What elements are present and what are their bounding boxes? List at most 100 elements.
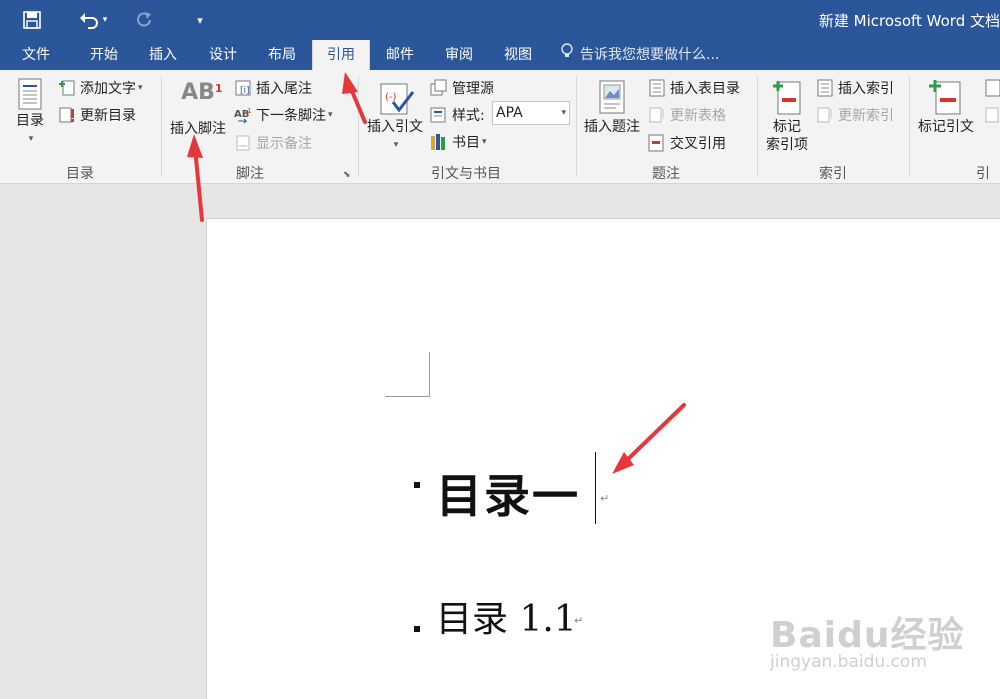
group-separator [161, 76, 162, 176]
mark-citation-icon [913, 78, 979, 118]
update-toc-label: 更新目录 [80, 108, 136, 124]
tab-mailings[interactable]: 邮件 [372, 40, 428, 70]
tell-me-box[interactable]: 告诉我您想要做什么... [560, 40, 719, 70]
show-notes-button[interactable]: 显示备注 [234, 131, 312, 155]
chevron-down-icon: ▾ [393, 140, 399, 150]
citation-style-select[interactable]: APA ▾ [492, 101, 570, 125]
dialog-launcher-icon[interactable]: ⬊ [343, 170, 351, 180]
update-table-button[interactable]: 更新表格 [648, 103, 726, 127]
window-title: 新建 Microsoft Word 文档 [818, 12, 1000, 30]
tab-home[interactable]: 开始 [76, 40, 132, 70]
cross-reference-icon [648, 134, 666, 152]
show-notes-label: 显示备注 [256, 136, 312, 152]
table-of-authorities-icon [984, 79, 1000, 97]
cross-reference-label: 交叉引用 [670, 136, 726, 152]
insert-caption-icon [580, 80, 644, 118]
add-text-icon [58, 79, 76, 97]
group-separator [909, 76, 910, 176]
heading-1-text[interactable]: 目录一 [436, 460, 580, 526]
citation-style-value: APA [496, 105, 523, 121]
next-footnote-label: 下一条脚注 [256, 108, 326, 124]
insert-caption-label: 插入题注 [584, 119, 640, 135]
bibliography-button[interactable]: 书目 ▾ [430, 130, 487, 154]
mark-entry-icon [760, 78, 814, 118]
insert-caption-button[interactable]: 插入题注 [580, 80, 644, 136]
svg-text:(-): (-) [385, 92, 397, 103]
bibliography-icon [430, 133, 448, 151]
paragraph-mark: ↵ [600, 492, 610, 505]
undo-icon[interactable]: ▾ [70, 0, 116, 40]
margin-corner-mark [429, 352, 430, 396]
update-toa-button[interactable] [984, 103, 1000, 127]
insert-toa-button[interactable] [984, 76, 1000, 100]
tab-review[interactable]: 审阅 [431, 40, 487, 70]
update-toc-button[interactable]: 更新目录 [58, 103, 136, 127]
group-label-footnotes: 脚注 [236, 166, 264, 182]
svg-text:1: 1 [247, 107, 251, 115]
next-footnote-icon: AB 1 [234, 106, 252, 124]
next-footnote-button[interactable]: AB 1 下一条脚注 ▾ [234, 103, 333, 127]
endnote-icon: [i] [234, 79, 252, 97]
style-label: 样式: [430, 103, 485, 127]
insert-footnote-label: 插入脚注 [170, 121, 226, 137]
style-icon [430, 106, 448, 124]
insert-footnote-button[interactable]: AB 1 插入脚注 [166, 80, 230, 138]
toc-dropdown-icon: ▾ [28, 134, 34, 144]
tab-insert[interactable]: 插入 [135, 40, 191, 70]
mark-citation-button[interactable]: 标记引文 [913, 78, 979, 136]
customize-qat-icon[interactable]: ▾ [190, 0, 210, 40]
chevron-down-icon: ▾ [561, 108, 566, 118]
footnote-ab-icon: AB 1 [181, 80, 223, 105]
watermark: Baidu经验 jingyan.baidu.com [760, 592, 1000, 699]
update-table-icon [984, 106, 1000, 124]
menu-tab-bar: 文件 开始 插入 设计 布局 引用 邮件 审阅 视图 告诉我您想要做什么... [0, 40, 1000, 70]
svg-text:[i]: [i] [240, 86, 250, 96]
group-label-citations: 引文与书目 [431, 166, 501, 182]
insert-table-of-figures-label: 插入表目录 [670, 81, 740, 97]
group-label-toc: 目录 [66, 166, 94, 182]
mark-citation-label: 标记引文 [918, 119, 974, 135]
mark-entry-label-line1: 标记 [773, 119, 801, 135]
chevron-down-icon: ▾ [328, 110, 333, 120]
tab-view[interactable]: 视图 [490, 40, 546, 70]
heading-2-text[interactable]: 目录 1.1 [436, 590, 577, 642]
cross-reference-button[interactable]: 交叉引用 [648, 131, 726, 155]
update-table-icon [58, 106, 76, 124]
watermark-url: jingyan.baidu.com [770, 652, 927, 672]
tab-layout[interactable]: 布局 [254, 40, 310, 70]
insert-index-button[interactable]: 插入索引 [816, 76, 894, 100]
group-separator [576, 76, 577, 176]
insert-index-icon [816, 79, 834, 97]
manage-sources-button[interactable]: 管理源 [430, 76, 494, 100]
tell-me-placeholder: 告诉我您想要做什么... [580, 47, 720, 63]
mark-entry-label-line2: 索引项 [766, 137, 808, 153]
manage-sources-label: 管理源 [452, 81, 494, 97]
bibliography-label: 书目 [452, 135, 480, 151]
add-text-button[interactable]: 添加文字 ▾ [58, 76, 143, 100]
style-label-text: 样式: [452, 108, 485, 124]
group-separator [757, 76, 758, 176]
title-bar: ▾ ▾ 新建 Microsoft Word 文档 [0, 0, 1000, 40]
group-label-captions: 题注 [652, 166, 680, 182]
toc-button[interactable]: 目录 ▾ [10, 78, 50, 148]
tab-file[interactable]: 文件 [8, 40, 64, 70]
group-label-toa: 引 [976, 166, 990, 182]
insert-table-of-figures-button[interactable]: 插入表目录 [648, 76, 740, 100]
insert-endnote-label: 插入尾注 [256, 81, 312, 97]
tab-design[interactable]: 设计 [195, 40, 251, 70]
insert-citation-icon: (-) [363, 80, 427, 118]
update-index-label: 更新索引 [838, 108, 894, 124]
update-table-label: 更新表格 [670, 108, 726, 124]
update-index-button[interactable]: 更新索引 [816, 103, 894, 127]
mark-entry-button[interactable]: 标记 索引项 [760, 78, 814, 154]
insert-citation-button[interactable]: (-) 插入引文 ▾ [363, 80, 427, 154]
table-of-contents-icon [10, 78, 50, 112]
save-icon[interactable] [14, 0, 50, 40]
redo-icon[interactable] [130, 0, 158, 40]
insert-endnote-button[interactable]: [i] 插入尾注 [234, 76, 312, 100]
add-text-label: 添加文字 [80, 81, 136, 97]
paragraph-mark: ↵ [574, 614, 584, 627]
text-cursor [595, 452, 596, 524]
margin-corner-mark [385, 396, 430, 397]
tab-references[interactable]: 引用 [312, 40, 370, 70]
